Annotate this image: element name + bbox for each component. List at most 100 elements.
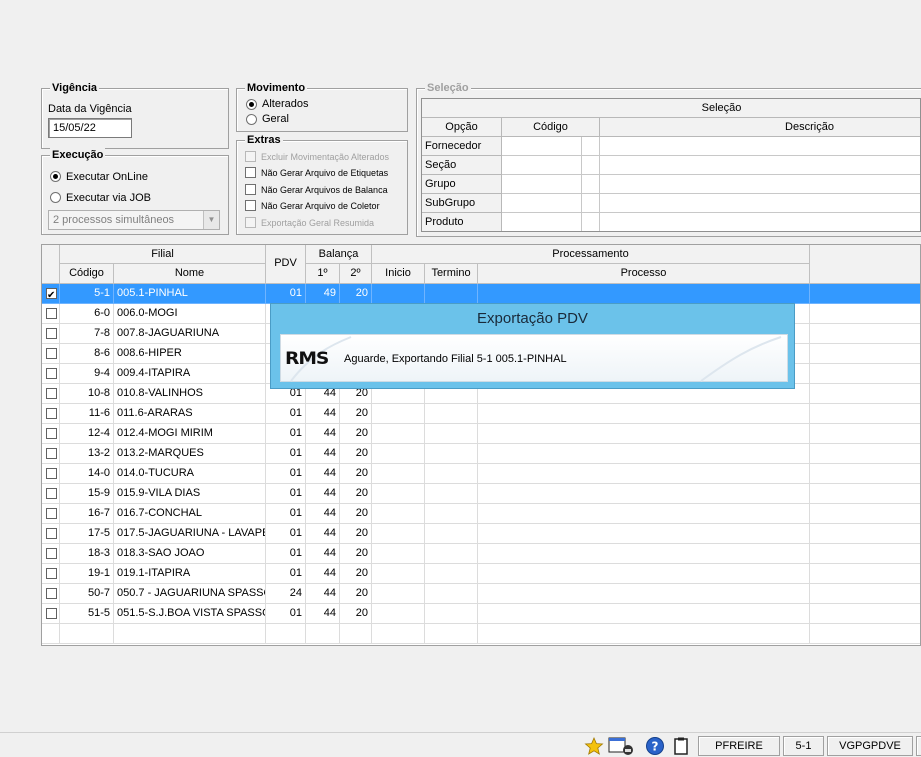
table-row[interactable]: 5-1005.1-PINHAL014920 — [42, 284, 920, 304]
cell-processo — [478, 524, 810, 544]
nao-gerar-coletor-checkbox[interactable] — [245, 200, 256, 211]
row-checkbox[interactable] — [46, 368, 57, 379]
row-checkbox[interactable] — [46, 348, 57, 359]
status-extra — [916, 736, 921, 756]
fornecedor-lookup-button[interactable] — [582, 137, 600, 156]
nao-gerar-balanca-checkbox[interactable] — [245, 184, 256, 195]
executar-online-label[interactable]: Executar OnLine — [66, 170, 148, 184]
produto-descricao-input — [600, 213, 920, 231]
window-lock-icon[interactable] — [606, 736, 636, 756]
cell-balanca-2: 20 — [340, 524, 372, 544]
row-checkbox[interactable] — [46, 508, 57, 519]
cell-balanca-1: 44 — [306, 584, 340, 604]
selecao-row-produto: Produto — [422, 213, 502, 231]
movimento-alterados-radio[interactable] — [246, 99, 257, 110]
table-row[interactable]: 14-0 014.0-TUCURA 01 44 20 — [42, 464, 920, 484]
data-vigencia-input[interactable]: 15/05/22 — [48, 118, 132, 138]
row-checkbox[interactable] — [46, 448, 57, 459]
table-row[interactable]: 12-4 012.4-MOGI MIRIM 01 44 20 — [42, 424, 920, 444]
table-row[interactable]: 51-5 051.5-S.J.BOA VISTA SPASSO 01 44 20 — [42, 604, 920, 624]
cell-pdv: 01 — [266, 544, 306, 564]
row-checkbox[interactable] — [46, 388, 57, 399]
row-checkbox[interactable] — [46, 528, 57, 539]
cell-inicio — [372, 544, 425, 564]
cell-nome: 005.1-PINHAL — [114, 284, 266, 304]
row-checkbox[interactable] — [46, 286, 57, 303]
cell-processo — [478, 544, 810, 564]
cell-nome: 010.8-VALINHOS — [114, 384, 266, 404]
executar-online-radio[interactable] — [50, 171, 61, 182]
cell-balanca-1: 44 — [306, 464, 340, 484]
nao-gerar-etiquetas-label: Não Gerar Arquivo de Etiquetas — [261, 168, 389, 178]
table-row[interactable]: 19-1 019.1-ITAPIRA 01 44 20 — [42, 564, 920, 584]
header-inicio: Inicio — [372, 264, 425, 284]
cell-codigo: 13-2 — [60, 444, 114, 464]
table-row[interactable]: 17-5 017.5-JAGUARIUNA - LAVAPE 01 44 20 — [42, 524, 920, 544]
cell-balanca-2: 20 — [340, 424, 372, 444]
rms-logo: RMS — [285, 349, 329, 369]
produto-lookup-button[interactable] — [582, 213, 600, 231]
cell-pdv: 01 — [266, 464, 306, 484]
row-checkbox[interactable] — [46, 468, 57, 479]
dialog-message: Aguarde, Exportando Filial 5-1 005.1-PIN… — [344, 353, 567, 365]
row-checkbox[interactable] — [46, 608, 57, 619]
row-checkbox[interactable] — [46, 488, 57, 499]
exportacao-resumida-label: Exportação Geral Resumida — [261, 218, 375, 228]
cell-codigo: 19-1 — [60, 564, 114, 584]
star-icon[interactable] — [584, 736, 604, 756]
cell-check — [42, 344, 60, 364]
exportacao-dialog: Exportação PDV RMS Aguarde, Exportando F… — [270, 303, 795, 389]
clipboard-icon[interactable] — [671, 736, 691, 756]
cell-termino — [425, 624, 478, 644]
cell-codigo: 9-4 — [60, 364, 114, 384]
help-icon[interactable]: ? — [645, 736, 665, 756]
produto-codigo-input[interactable] — [502, 213, 582, 231]
fornecedor-codigo-input[interactable] — [502, 137, 582, 156]
cell-codigo: 11-6 — [60, 404, 114, 424]
processos-select[interactable]: 2 processos simultâneos ▼ — [48, 210, 220, 230]
executar-job-label[interactable]: Executar via JOB — [66, 191, 151, 205]
execucao-group: Execução Executar OnLine Executar via JO… — [41, 148, 229, 235]
subgrupo-codigo-input[interactable] — [502, 194, 582, 213]
grupo-codigo-input[interactable] — [502, 175, 582, 194]
table-row[interactable]: 13-2 013.2-MARQUES 01 44 20 — [42, 444, 920, 464]
cell-check — [42, 364, 60, 384]
selecao-row-label: Produto — [425, 216, 464, 228]
selecao-row-secao: Seção — [422, 156, 502, 175]
cell-codigo: 6-0 — [60, 304, 114, 324]
secao-lookup-button[interactable] — [582, 156, 600, 175]
excluir-movimentacao-checkbox[interactable] — [245, 151, 256, 162]
selecao-row-label: Fornecedor — [425, 140, 482, 152]
header-processo: Processo — [478, 264, 810, 284]
grupo-lookup-button[interactable] — [582, 175, 600, 194]
cell-codigo: 15-9 — [60, 484, 114, 504]
table-row[interactable]: 11-6 011.6-ARARAS 01 44 20 — [42, 404, 920, 424]
processos-select-value: 2 processos simultâneos — [53, 214, 175, 226]
cell-processo — [478, 564, 810, 584]
cell-nome: 018.3-SAO JOAO — [114, 544, 266, 564]
row-checkbox[interactable] — [46, 308, 57, 319]
movimento-alterados-label[interactable]: Alterados — [262, 97, 308, 111]
row-checkbox[interactable] — [46, 408, 57, 419]
exportacao-resumida-checkbox[interactable] — [245, 217, 256, 228]
secao-codigo-input[interactable] — [502, 156, 582, 175]
table-row[interactable]: 50-7 050.7 - JAGUARIUNA SPASSO 24 44 20 — [42, 584, 920, 604]
table-row[interactable] — [42, 624, 920, 644]
table-row[interactable]: 16-7 016.7-CONCHAL 01 44 20 — [42, 504, 920, 524]
row-checkbox[interactable] — [46, 328, 57, 339]
table-row[interactable]: 18-3 018.3-SAO JOAO 01 44 20 — [42, 544, 920, 564]
row-checkbox[interactable] — [46, 548, 57, 559]
cell-pdv: 01 — [266, 524, 306, 544]
cell-check — [42, 444, 60, 464]
cell-balanca-2: 20 — [340, 404, 372, 424]
table-row[interactable]: 15-9 015.9-VILA DIAS 01 44 20 — [42, 484, 920, 504]
row-checkbox[interactable] — [46, 568, 57, 579]
row-checkbox[interactable] — [46, 428, 57, 439]
row-checkbox[interactable] — [46, 588, 57, 599]
executar-job-radio[interactable] — [50, 192, 61, 203]
movimento-geral-radio[interactable] — [246, 114, 257, 125]
nao-gerar-etiquetas-checkbox[interactable] — [245, 167, 256, 178]
subgrupo-lookup-button[interactable] — [582, 194, 600, 213]
movimento-geral-label[interactable]: Geral — [262, 112, 289, 126]
selecao-row-grupo: Grupo — [422, 175, 502, 194]
